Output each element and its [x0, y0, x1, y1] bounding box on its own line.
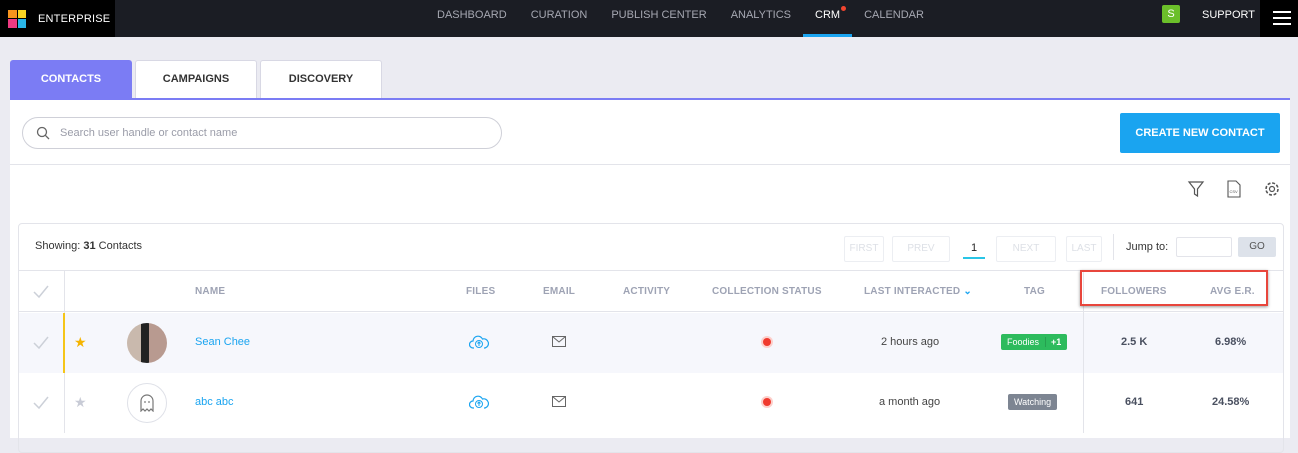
csv-icon[interactable]: CSV: [1227, 180, 1241, 198]
contact-name[interactable]: abc abc: [195, 396, 234, 408]
tab-campaigns[interactable]: CAMPAIGNS: [135, 60, 257, 98]
followers-value: 641: [1125, 396, 1144, 408]
col-collection-status[interactable]: COLLECTION STATUS: [712, 286, 822, 297]
nav-crm-label: CRM: [815, 9, 841, 21]
prev-page-button[interactable]: PREV: [892, 236, 950, 262]
tag-extra-count[interactable]: +1: [1045, 337, 1062, 347]
col-tag: TAG: [1024, 286, 1045, 297]
avg-er-value: 24.58%: [1212, 396, 1250, 408]
svg-text:CSV: CSV: [1230, 189, 1239, 194]
logo-icon: [8, 9, 26, 28]
highlight-box: [1080, 270, 1268, 306]
email-icon[interactable]: [552, 336, 566, 347]
tab-discovery[interactable]: DISCOVERY: [260, 60, 382, 98]
current-page[interactable]: 1: [963, 237, 985, 259]
filter-icon[interactable]: [1187, 180, 1205, 198]
last-page-button[interactable]: LAST: [1066, 236, 1102, 262]
last-interacted: 2 hours ago: [881, 336, 940, 348]
notification-dot: [841, 6, 847, 11]
divider: [1113, 234, 1114, 260]
next-page-button[interactable]: NEXT: [996, 236, 1056, 262]
nav-curation[interactable]: CURATION: [519, 0, 600, 37]
nav-calendar[interactable]: CALENDAR: [852, 0, 936, 37]
row-highlight-bar: [63, 313, 65, 373]
tag-badge[interactable]: Watching: [1008, 394, 1058, 410]
ghost-avatar-icon: [127, 383, 167, 423]
cloud-upload-icon[interactable]: [469, 394, 489, 410]
divider: [64, 373, 65, 433]
go-button[interactable]: GO: [1238, 237, 1276, 257]
contacts-panel: Search user handle or contact name CREAT…: [10, 98, 1290, 453]
last-interacted: a month ago: [879, 396, 941, 408]
table-row[interactable]: ★ Sean Chee 2 hours ago Foodies +1 2.5 K …: [19, 313, 1283, 373]
logo[interactable]: ENTERPRISE: [0, 0, 115, 37]
search-placeholder: Search user handle or contact name: [60, 127, 238, 139]
hamburger-menu-icon[interactable]: [1260, 0, 1298, 37]
brand-name: ENTERPRISE: [38, 12, 111, 25]
col-last-interacted[interactable]: LAST INTERACTED ⌄: [864, 286, 972, 297]
divider: [64, 271, 65, 313]
table-row[interactable]: ★ abc abc a month ago Watching 641 24.58…: [19, 373, 1283, 433]
followers-value: 2.5 K: [1121, 336, 1148, 348]
nav-publish-center[interactable]: PUBLISH CENTER: [599, 0, 718, 37]
divider: [10, 164, 1290, 165]
avatar: [127, 323, 167, 363]
user-avatar[interactable]: S: [1162, 5, 1180, 23]
first-page-button[interactable]: FIRST: [844, 236, 884, 262]
col-last-interacted-label: LAST INTERACTED: [864, 286, 961, 297]
sort-chevron-down-icon: ⌄: [963, 286, 972, 297]
nav-analytics[interactable]: ANALYTICS: [719, 0, 803, 37]
avg-er-value: 6.98%: [1215, 336, 1247, 348]
showing-count: Showing: 31 Contacts: [35, 240, 142, 252]
col-activity: ACTIVITY: [623, 286, 671, 297]
search-input[interactable]: Search user handle or contact name: [22, 117, 502, 149]
divider: [1083, 313, 1084, 373]
divider: [1083, 373, 1084, 433]
gear-icon[interactable]: [1263, 180, 1281, 198]
tag-label: Foodies: [1007, 337, 1040, 347]
contact-count: 31: [83, 240, 96, 252]
star-icon[interactable]: ★: [74, 394, 87, 411]
col-name[interactable]: NAME: [195, 286, 225, 297]
nav-crm[interactable]: CRM: [803, 0, 853, 37]
select-all-checkbox[interactable]: [33, 285, 49, 299]
row-checkbox[interactable]: [33, 336, 49, 350]
collection-status-dot: [763, 338, 771, 346]
cloud-upload-icon[interactable]: [469, 334, 489, 350]
tab-contacts[interactable]: CONTACTS: [10, 60, 132, 98]
jump-to-label: Jump to:: [1126, 241, 1169, 253]
row-checkbox[interactable]: [33, 396, 49, 410]
showing-unit: Contacts: [98, 240, 143, 252]
email-icon[interactable]: [552, 396, 566, 407]
col-files: FILES: [466, 286, 496, 297]
contacts-table: Showing: 31 Contacts FIRST PREV 1 NEXT L…: [18, 223, 1284, 453]
search-icon: [36, 126, 50, 140]
contact-name[interactable]: Sean Chee: [195, 336, 250, 348]
col-email: EMAIL: [543, 286, 576, 297]
support-link[interactable]: SUPPORT: [1202, 9, 1255, 21]
collection-status-dot: [763, 398, 771, 406]
create-new-contact-button[interactable]: CREATE NEW CONTACT: [1120, 113, 1280, 153]
star-icon[interactable]: ★: [74, 334, 87, 351]
main-nav: DASHBOARD CURATION PUBLISH CENTER ANALYT…: [425, 0, 936, 37]
jump-to-input[interactable]: [1176, 237, 1232, 257]
top-bar: ENTERPRISE DASHBOARD CURATION PUBLISH CE…: [0, 0, 1298, 37]
showing-label: Showing:: [35, 240, 81, 252]
tag-badge[interactable]: Foodies +1: [1001, 334, 1068, 350]
nav-dashboard[interactable]: DASHBOARD: [425, 0, 519, 37]
